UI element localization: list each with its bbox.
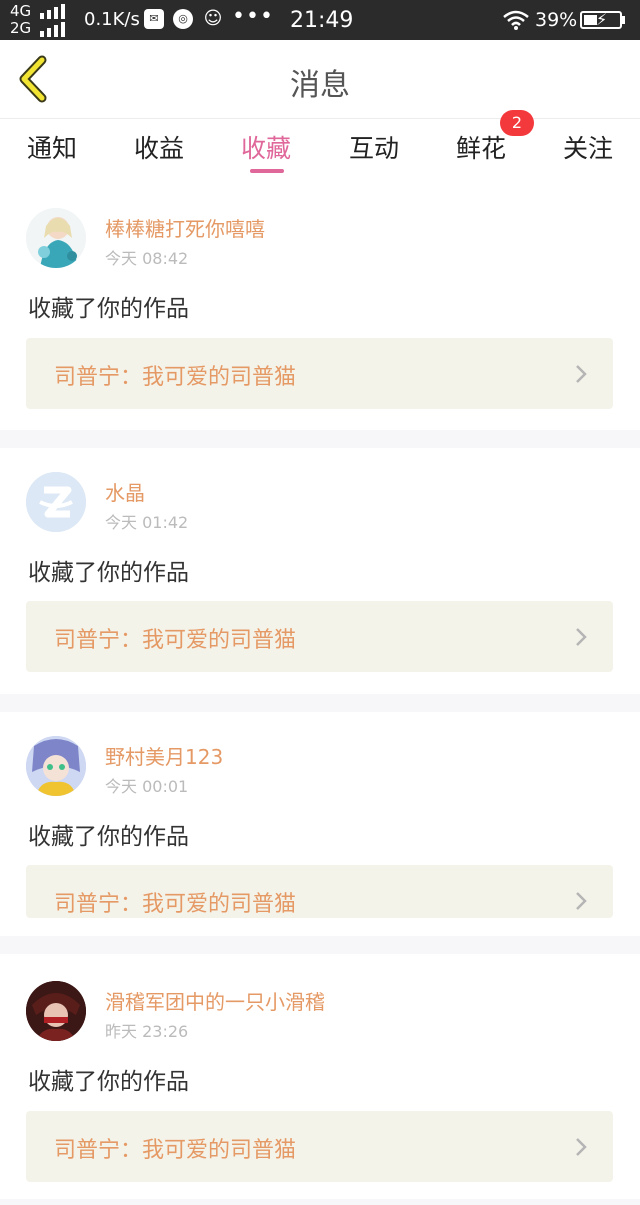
- battery-icon: ⚡: [580, 10, 622, 29]
- divider: [0, 936, 640, 954]
- header-bar: 消息: [0, 40, 640, 119]
- status-bar: 4G 2G 0.1K/s ✉ ◎ ☺ ••• 21:49 39% ⚡: [0, 0, 640, 40]
- username[interactable]: 滑稽军团中的一只小滑稽: [105, 986, 325, 1015]
- chevron-right-icon: [576, 1138, 587, 1156]
- app-notification-icon: ✉: [144, 9, 164, 29]
- tab-follows[interactable]: 关注: [548, 129, 628, 165]
- avatar-image: [26, 208, 86, 268]
- timestamp: 昨天 23:26: [105, 1022, 189, 1041]
- page-title: 消息: [290, 68, 350, 103]
- tab-favorites[interactable]: 收藏: [226, 129, 306, 165]
- avatar[interactable]: [26, 736, 86, 796]
- divider: [0, 430, 640, 448]
- action-text: 收藏了你的作品: [28, 1069, 189, 1095]
- work-title: 司普宁：我可爱的司普猫: [54, 365, 297, 390]
- signal-icon: [40, 22, 70, 37]
- signal-icon: [40, 4, 70, 19]
- tab-interactions[interactable]: 互动: [334, 129, 414, 165]
- work-title: 司普宁：我可爱的司普猫: [54, 1138, 297, 1163]
- divider: [0, 694, 640, 712]
- work-title: 司普宁：我可爱的司普猫: [54, 628, 297, 653]
- qq-icon: ☺: [203, 8, 223, 29]
- work-title: 司普宁：我可爱的司普猫: [54, 892, 297, 917]
- work-link[interactable]: 司普宁：我可爱的司普猫: [26, 865, 613, 918]
- net-speed: 0.1K/s: [84, 9, 140, 30]
- chevron-right-icon: [576, 365, 587, 383]
- more-notifications-icon: •••: [232, 4, 274, 29]
- network-4g-label: 4G: [10, 2, 32, 20]
- chevron-right-icon: [576, 628, 587, 646]
- browser-notification-icon: ◎: [173, 9, 193, 29]
- timestamp: 今天 08:42: [105, 249, 189, 268]
- battery-tip: [622, 16, 625, 24]
- divider: [0, 1199, 640, 1205]
- list-item: 滑稽军团中的一只小滑稽 昨天 23:26 收藏了你的作品 司普宁：我可爱的司普猫: [0, 954, 640, 1205]
- active-tab-indicator: [250, 169, 284, 173]
- chevron-right-icon: [576, 892, 587, 910]
- work-link[interactable]: 司普宁：我可爱的司普猫: [26, 601, 613, 672]
- avatar[interactable]: [26, 208, 86, 268]
- work-link[interactable]: 司普宁：我可爱的司普猫: [26, 338, 613, 409]
- wifi-icon: [503, 10, 529, 30]
- battery-percent: 39%: [535, 9, 578, 31]
- username[interactable]: 棒棒糖打死你嘻嘻: [105, 213, 265, 242]
- flower-count-badge: 2: [500, 110, 534, 136]
- network-2g-label: 2G: [10, 19, 32, 37]
- action-text: 收藏了你的作品: [28, 824, 189, 850]
- list-item: 水晶 今天 01:42 收藏了你的作品 司普宁：我可爱的司普猫: [0, 448, 640, 694]
- username[interactable]: 水晶: [105, 477, 145, 506]
- tab-notifications[interactable]: 通知: [12, 129, 92, 165]
- avatar-image: [26, 472, 86, 532]
- username[interactable]: 野村美月123: [105, 741, 223, 770]
- avatar[interactable]: [26, 981, 86, 1041]
- avatar-image: [26, 736, 86, 796]
- work-link[interactable]: 司普宁：我可爱的司普猫: [26, 1111, 613, 1182]
- avatar-image: [26, 981, 86, 1041]
- list-item: 野村美月123 今天 00:01 收藏了你的作品 司普宁：我可爱的司普猫: [0, 712, 640, 936]
- tab-earnings[interactable]: 收益: [119, 129, 199, 165]
- action-text: 收藏了你的作品: [28, 560, 189, 586]
- list-item: 棒棒糖打死你嘻嘻 今天 08:42 收藏了你的作品 司普宁：我可爱的司普猫: [0, 190, 640, 430]
- action-text: 收藏了你的作品: [28, 296, 189, 322]
- timestamp: 今天 00:01: [105, 777, 189, 796]
- tab-bar: 通知 收益 收藏 互动 鲜花 关注: [0, 119, 640, 179]
- avatar[interactable]: [26, 472, 86, 532]
- clock: 21:49: [290, 8, 354, 33]
- timestamp: 今天 01:42: [105, 513, 189, 532]
- network-indicator: 4G 2G: [10, 3, 31, 37]
